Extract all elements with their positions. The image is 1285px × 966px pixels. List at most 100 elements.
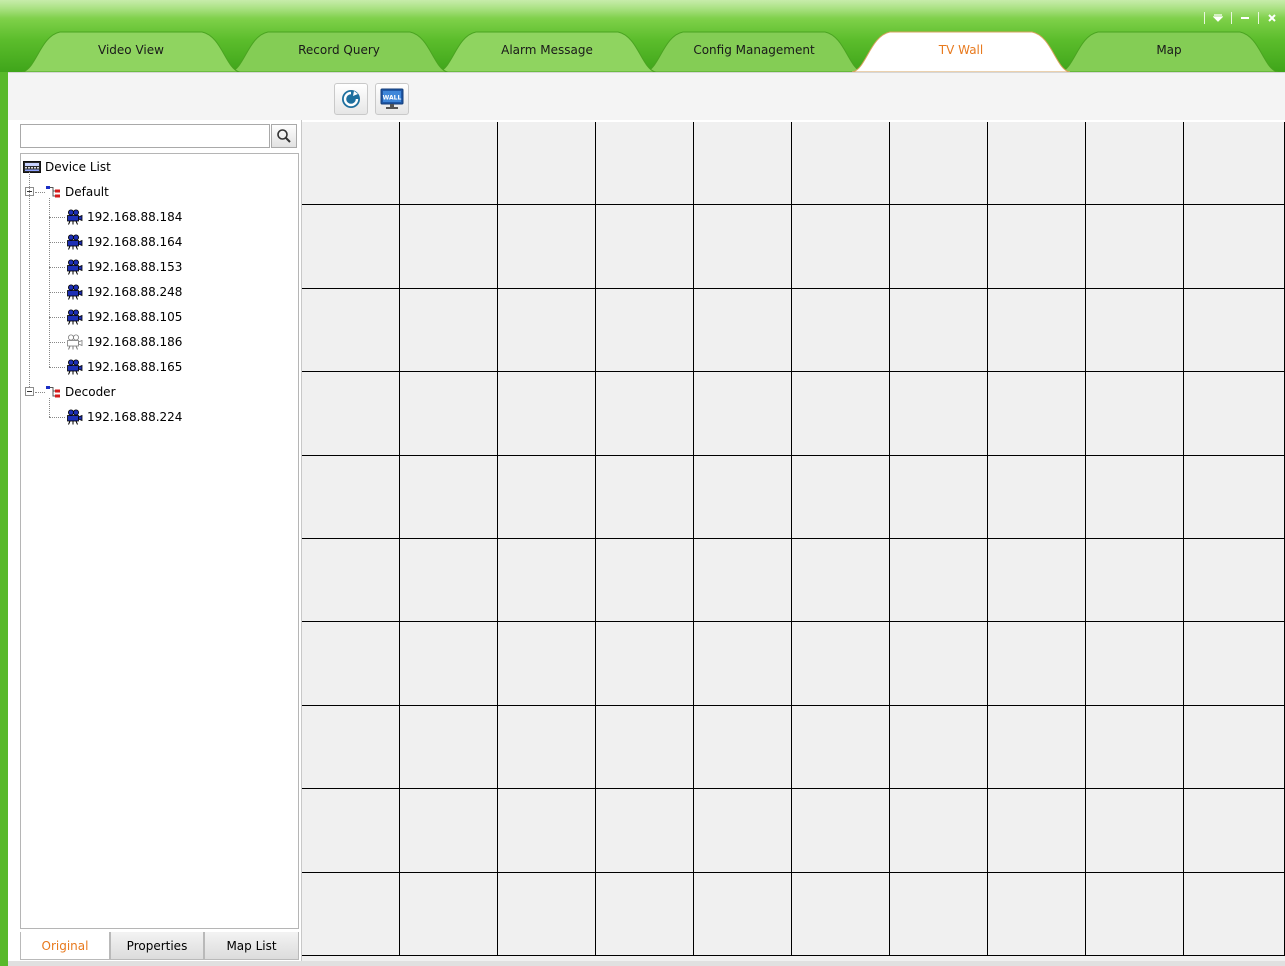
tv-wall-cell[interactable]: [498, 122, 596, 205]
tree-group-decoder[interactable]: Decoder: [45, 382, 116, 402]
search-button[interactable]: [271, 124, 297, 148]
tv-wall-cell[interactable]: [1184, 289, 1285, 372]
tree-device-item[interactable]: 192.168.88.184: [65, 207, 182, 227]
tv-wall-cell[interactable]: [694, 539, 792, 622]
tv-wall-cell[interactable]: [1086, 456, 1184, 539]
tv-wall-cell[interactable]: [1086, 205, 1184, 289]
tab-record-query[interactable]: Record Query: [230, 30, 448, 72]
tree-device-item[interactable]: 192.168.88.105: [65, 307, 182, 327]
tv-wall-cell[interactable]: [1086, 289, 1184, 372]
tv-wall-cell[interactable]: [1086, 372, 1184, 456]
panel-tab-original[interactable]: Original: [20, 932, 110, 960]
tv-wall-cell[interactable]: [498, 205, 596, 289]
tv-wall-cell[interactable]: [498, 289, 596, 372]
tv-wall-cell[interactable]: [1184, 873, 1285, 956]
tv-wall-cell[interactable]: [694, 289, 792, 372]
tv-wall-cell[interactable]: [1086, 122, 1184, 205]
tv-wall-cell[interactable]: [302, 706, 400, 789]
tv-wall-cell[interactable]: [596, 372, 694, 456]
tv-wall-cell[interactable]: [1184, 122, 1285, 205]
tree-device-item[interactable]: 192.168.88.165: [65, 357, 182, 377]
tv-wall-cell[interactable]: [596, 205, 694, 289]
tv-wall-cell[interactable]: [302, 873, 400, 956]
tree-device-item[interactable]: 192.168.88.153: [65, 257, 182, 277]
tree-device-item[interactable]: 192.168.88.164: [65, 232, 182, 252]
tv-wall-cell[interactable]: [890, 289, 988, 372]
tv-wall-cell[interactable]: [596, 289, 694, 372]
tv-wall-cell[interactable]: [694, 622, 792, 706]
tv-wall-cell[interactable]: [890, 873, 988, 956]
tv-wall-cell[interactable]: [890, 456, 988, 539]
tv-wall-cell[interactable]: [792, 205, 890, 289]
tree-group-default[interactable]: Default: [45, 182, 109, 202]
tv-wall-cell[interactable]: [400, 289, 498, 372]
tv-wall-cell[interactable]: [1184, 706, 1285, 789]
tv-wall-cell[interactable]: [1184, 205, 1285, 289]
close-icon[interactable]: [1265, 11, 1279, 25]
tv-wall-cell[interactable]: [400, 122, 498, 205]
tv-wall-cell[interactable]: [988, 539, 1086, 622]
tv-wall-cell[interactable]: [988, 789, 1086, 873]
tv-wall-cell[interactable]: [302, 289, 400, 372]
tv-wall-cell[interactable]: [792, 456, 890, 539]
tv-wall-cell[interactable]: [498, 539, 596, 622]
tv-wall-cell[interactable]: [302, 456, 400, 539]
tv-wall-cell[interactable]: [988, 122, 1086, 205]
tree-device-item[interactable]: 192.168.88.186: [65, 332, 182, 352]
tv-wall-cell[interactable]: [1086, 539, 1184, 622]
tv-wall-cell[interactable]: [988, 622, 1086, 706]
tv-wall-cell[interactable]: [694, 789, 792, 873]
tv-wall-cell[interactable]: [302, 622, 400, 706]
tv-wall-cell[interactable]: [890, 622, 988, 706]
tv-wall-cell[interactable]: [988, 456, 1086, 539]
tv-wall-cell[interactable]: [694, 873, 792, 956]
tv-wall-cell[interactable]: [988, 289, 1086, 372]
tv-wall-cell[interactable]: [792, 789, 890, 873]
tv-wall-cell[interactable]: [400, 539, 498, 622]
tv-wall-cell[interactable]: [400, 456, 498, 539]
tv-wall-cell[interactable]: [596, 622, 694, 706]
tab-map[interactable]: Map: [1060, 30, 1278, 72]
tv-wall-cell[interactable]: [498, 789, 596, 873]
tv-wall-cell[interactable]: [400, 622, 498, 706]
tv-wall-cell[interactable]: [1086, 873, 1184, 956]
tv-wall-cell[interactable]: [792, 706, 890, 789]
refresh-button[interactable]: [334, 83, 368, 115]
tree-root-device-list[interactable]: Device List: [23, 157, 111, 177]
device-search-input[interactable]: [20, 124, 270, 148]
tv-wall-cell[interactable]: [890, 706, 988, 789]
tv-wall-cell[interactable]: [890, 539, 988, 622]
tv-wall-cell[interactable]: [1184, 456, 1285, 539]
tv-wall-cell[interactable]: [302, 789, 400, 873]
tv-wall-cell[interactable]: [302, 539, 400, 622]
tv-wall-cell[interactable]: [498, 873, 596, 956]
tv-wall-cell[interactable]: [792, 622, 890, 706]
tv-wall-cell[interactable]: [792, 372, 890, 456]
tree-device-item[interactable]: 192.168.88.248: [65, 282, 182, 302]
tv-wall-cell[interactable]: [1184, 539, 1285, 622]
tv-wall-cell[interactable]: [400, 789, 498, 873]
tv-wall-cell[interactable]: [988, 205, 1086, 289]
tv-wall-cell[interactable]: [596, 789, 694, 873]
tv-wall-cell[interactable]: [1086, 622, 1184, 706]
tv-wall-cell[interactable]: [596, 456, 694, 539]
collapse-toggle[interactable]: [25, 387, 34, 396]
tv-wall-cell[interactable]: [890, 205, 988, 289]
tab-tv-wall[interactable]: TV Wall: [852, 30, 1070, 72]
tv-wall-cell[interactable]: [694, 205, 792, 289]
tv-wall-cell[interactable]: [1184, 372, 1285, 456]
tv-wall-cell[interactable]: [302, 372, 400, 456]
tv-wall-cell[interactable]: [498, 706, 596, 789]
tv-wall-button[interactable]: WALL: [375, 83, 409, 115]
tv-wall-cell[interactable]: [498, 372, 596, 456]
minimize-icon[interactable]: [1238, 11, 1252, 25]
tv-wall-cell[interactable]: [1184, 789, 1285, 873]
tv-wall-cell[interactable]: [596, 539, 694, 622]
tab-video-view[interactable]: Video View: [22, 30, 240, 72]
tv-wall-cell[interactable]: [498, 622, 596, 706]
tv-wall-cell[interactable]: [988, 706, 1086, 789]
tv-wall-cell[interactable]: [302, 205, 400, 289]
tv-wall-cell[interactable]: [400, 205, 498, 289]
tv-wall-cell[interactable]: [400, 873, 498, 956]
tv-wall-cell[interactable]: [400, 372, 498, 456]
